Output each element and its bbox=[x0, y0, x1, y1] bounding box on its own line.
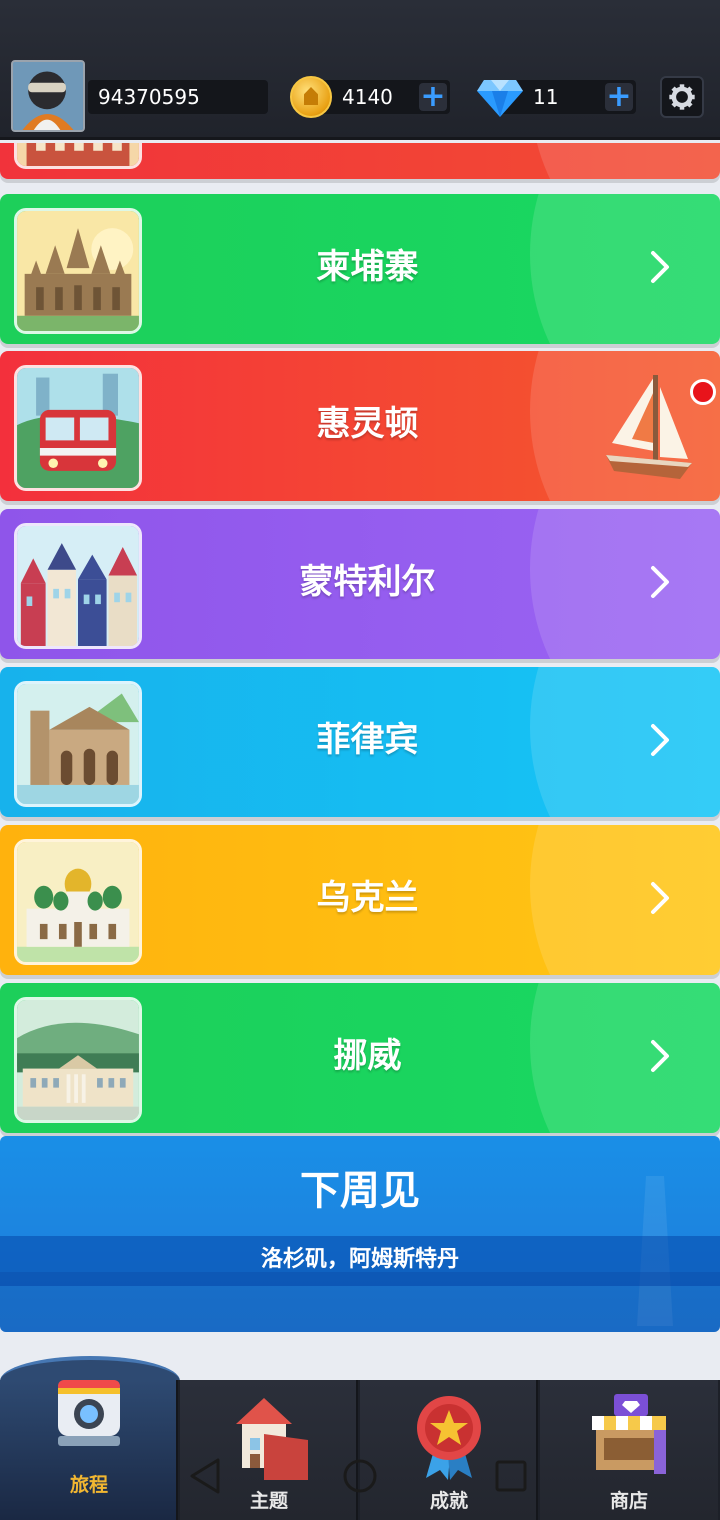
tab-theme[interactable]: 主题 bbox=[180, 1380, 358, 1520]
destination-name: 柬埔寨 bbox=[316, 247, 419, 287]
top-bar: 94370595 4140 + 11 + bbox=[0, 0, 720, 140]
coin-amount: 4140 bbox=[342, 85, 393, 109]
avatar-portrait-icon bbox=[13, 62, 83, 130]
house-icon bbox=[236, 1398, 308, 1480]
destination-name: 菲律宾 bbox=[316, 720, 419, 760]
coin-icon bbox=[290, 76, 332, 118]
card-shine bbox=[530, 143, 720, 179]
destination-card[interactable]: 菲律宾 bbox=[0, 667, 720, 817]
chevron-right-icon bbox=[651, 566, 669, 598]
tab-achievements[interactable]: 成就 bbox=[360, 1380, 538, 1520]
destination-card[interactable] bbox=[0, 143, 720, 179]
system-home-icon[interactable] bbox=[340, 1458, 380, 1498]
bottom-navigation: 旅程 主题 成就 商店 bbox=[0, 1380, 720, 1520]
add-gems-button[interactable]: + bbox=[605, 82, 633, 112]
tab-journey[interactable]: 旅程 bbox=[0, 1380, 178, 1520]
diamond-icon bbox=[477, 80, 523, 117]
system-back-icon[interactable] bbox=[186, 1456, 226, 1496]
destination-list: 柬埔寨 惠灵顿 蒙特利尔 菲律宾 乌克兰 挪威 下周见 洛杉矶，阿姆斯特丹 bbox=[0, 143, 720, 1383]
camera-icon bbox=[58, 1380, 120, 1446]
chevron-right-icon bbox=[651, 882, 669, 914]
next-week-title: 下周见 bbox=[300, 1168, 420, 1214]
destination-name: 蒙特利尔 bbox=[299, 562, 436, 602]
settings-button[interactable] bbox=[660, 76, 704, 118]
chevron-right-icon bbox=[651, 724, 669, 756]
chevron-right-icon bbox=[651, 251, 669, 283]
add-coins-button[interactable]: + bbox=[419, 82, 447, 112]
tab-label: 旅程 bbox=[69, 1474, 108, 1496]
destination-thumbnail bbox=[14, 143, 142, 169]
tab-shop[interactable]: 商店 bbox=[540, 1380, 718, 1520]
building-icon bbox=[17, 143, 139, 166]
sailboat-icon bbox=[606, 375, 692, 479]
tab-label: 商店 bbox=[609, 1490, 648, 1512]
avatar[interactable] bbox=[11, 60, 85, 132]
destination-card[interactable]: 乌克兰 bbox=[0, 825, 720, 975]
notification-dot bbox=[690, 379, 716, 405]
destination-card[interactable]: 挪威 bbox=[0, 983, 720, 1133]
destination-card[interactable]: 蒙特利尔 bbox=[0, 509, 720, 659]
gear-icon bbox=[669, 84, 695, 110]
destination-card[interactable]: 柬埔寨 bbox=[0, 194, 720, 344]
gem-amount: 11 bbox=[533, 85, 559, 109]
destination-name: 挪威 bbox=[333, 1036, 402, 1076]
destination-name: 乌克兰 bbox=[316, 878, 419, 918]
next-week-banner: 下周见 洛杉矶，阿姆斯特丹 bbox=[0, 1136, 720, 1332]
chevron-right-icon bbox=[651, 1040, 669, 1072]
user-id-display: 94370595 bbox=[88, 80, 268, 114]
coin-counter: 4140 + bbox=[318, 80, 450, 114]
next-week-destinations: 洛杉矶，阿姆斯特丹 bbox=[260, 1247, 459, 1272]
shop-icon bbox=[592, 1394, 666, 1474]
system-recents-icon[interactable] bbox=[492, 1458, 532, 1498]
star-medal-icon bbox=[417, 1396, 481, 1480]
destination-card[interactable]: 惠灵顿 bbox=[0, 351, 720, 501]
